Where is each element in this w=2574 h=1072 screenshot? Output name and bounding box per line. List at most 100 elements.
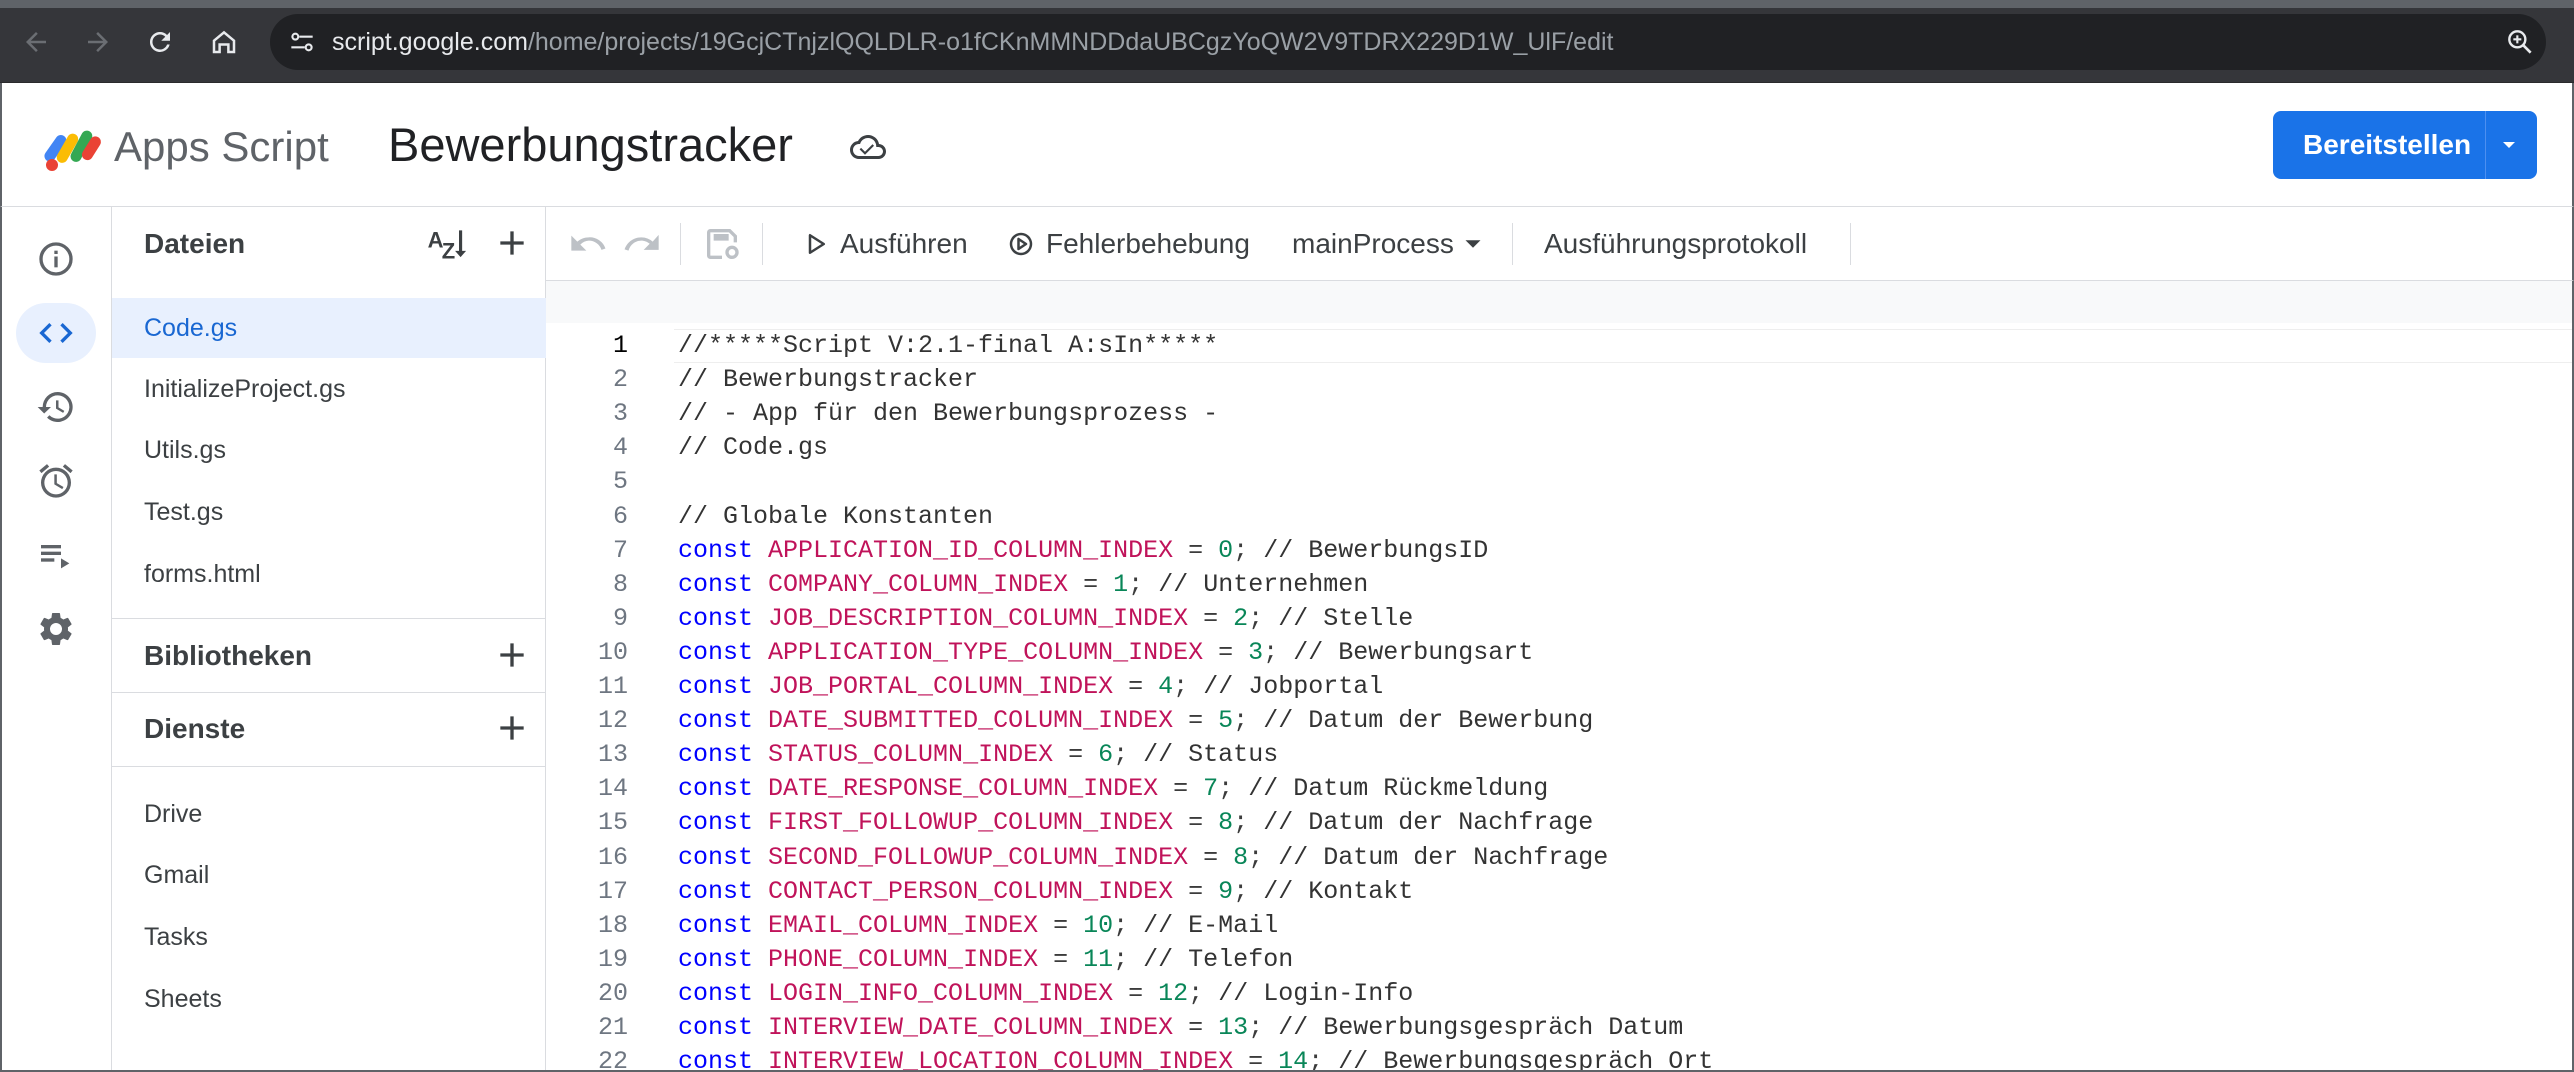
deploy-label: Bereitstellen	[2303, 129, 2472, 160]
code-keyword: const	[678, 876, 754, 906]
code-line[interactable]: 5	[546, 465, 2572, 499]
add-service-icon[interactable]	[492, 708, 532, 748]
service-item-tasks[interactable]: Tasks	[112, 907, 546, 967]
add-library-icon[interactable]	[492, 635, 532, 675]
run-button[interactable]: Ausführen	[800, 221, 968, 267]
code-comment: // Datum Rückmeldung	[1248, 774, 1549, 804]
deploy-button[interactable]: Bereitstellen	[2273, 111, 2537, 179]
code-line[interactable]: 9 const JOB_DESCRIPTION_COLUMN_INDEX = 2;…	[546, 602, 2572, 636]
code-identifier: LOGIN_INFO_COLUMN_INDEX	[768, 978, 1114, 1008]
function-select[interactable]: mainProcess	[1292, 221, 1488, 267]
code-terminator: ;	[1113, 944, 1129, 974]
line-source: const APPLICATION_ID_COLUMN_INDEX = 0; /…	[678, 534, 1488, 568]
code-terminator: ;	[1233, 808, 1249, 838]
sort-az-icon[interactable]: A Z	[426, 223, 470, 263]
divider	[112, 766, 546, 767]
reload-button[interactable]	[138, 20, 182, 64]
code-editor[interactable]: 1 //*****Script V:2.1-final A:sIn***** 2 //…	[546, 281, 2574, 1072]
address-bar[interactable]: script.google.com/home/projects/19GcjCTn…	[270, 14, 2546, 70]
undo-icon[interactable]	[568, 224, 608, 264]
code-terminator: ;	[1233, 706, 1249, 736]
service-item-drive[interactable]: Drive	[112, 784, 546, 844]
line-number: 12	[597, 706, 628, 736]
service-item-gmail[interactable]: Gmail	[112, 845, 546, 905]
line-number: 17	[597, 876, 628, 906]
code-line[interactable]: 17 const CONTACT_PERSON_COLUMN_INDEX = 9;…	[546, 875, 2572, 909]
line-source: const DATE_RESPONSE_COLUMN_INDEX = 7; //…	[678, 772, 1548, 806]
file-item-test-gs[interactable]: Test.gs	[112, 482, 546, 542]
code-line[interactable]: 15 const FIRST_FOLLOWUP_COLUMN_INDEX = 8;…	[546, 806, 2572, 840]
nav-history[interactable]	[16, 377, 96, 437]
chevron-down-icon[interactable]	[2495, 133, 2523, 157]
svg-text:Z: Z	[442, 239, 455, 263]
code-comment: // E-Mail	[1143, 910, 1279, 940]
line-source: const CONTACT_PERSON_COLUMN_INDEX = 9; /…	[678, 875, 1413, 909]
site-settings-icon[interactable]	[286, 26, 318, 58]
add-file-icon[interactable]	[492, 223, 532, 263]
execution-log-button[interactable]: Ausführungsprotokoll	[1544, 221, 1807, 267]
code-line[interactable]: 3 // - App für den Bewerbungsprozess -	[546, 397, 2572, 431]
apps-script-logo[interactable]	[38, 117, 104, 175]
code-comment: // Bewerbungstracker	[678, 365, 979, 395]
line-source: const PHONE_COLUMN_INDEX = 11; // Telefo…	[678, 943, 1293, 977]
code-line[interactable]: 13 const STATUS_COLUMN_INDEX = 6; // Stat…	[546, 738, 2572, 772]
code-line[interactable]: 16 const SECOND_FOLLOWUP_COLUMN_INDEX = 8…	[546, 841, 2572, 875]
file-item-initializeproject-gs[interactable]: InitializeProject.gs	[112, 359, 546, 419]
code-terminator: ;	[1248, 842, 1264, 872]
code-number: 9	[1218, 876, 1234, 906]
code-number: 5	[1218, 706, 1234, 736]
service-item-sheets[interactable]: Sheets	[112, 969, 546, 1029]
code-line[interactable]: 21 const INTERVIEW_DATE_COLUMN_INDEX = 13…	[546, 1011, 2572, 1045]
nav-executions[interactable]	[16, 525, 96, 585]
forward-button[interactable]	[76, 20, 120, 64]
code-terminator: ;	[1173, 672, 1189, 701]
save-icon[interactable]	[702, 224, 742, 264]
line-number: 15	[597, 808, 628, 838]
code-line[interactable]: 18 const EMAIL_COLUMN_INDEX = 10; // E-Ma…	[546, 909, 2572, 943]
libraries-section-header: Bibliotheken	[112, 619, 546, 693]
window-frame	[0, 0, 2574, 8]
nav-overview[interactable]	[16, 229, 96, 289]
arrow-right-icon	[88, 32, 108, 52]
project-title[interactable]: Bewerbungstracker	[388, 117, 793, 173]
redo-icon[interactable]	[622, 224, 662, 264]
code-terminator: ;	[1218, 774, 1234, 804]
code-comment: // Bewerbungsgespräch Datum	[1278, 1013, 1684, 1042]
line-number: 16	[597, 842, 628, 872]
code-operator: =	[1188, 876, 1204, 906]
code-line[interactable]: 20 const LOGIN_INFO_COLUMN_INDEX = 12; //…	[546, 977, 2572, 1011]
code-line[interactable]: 14 const DATE_RESPONSE_COLUMN_INDEX = 7; …	[546, 772, 2572, 806]
line-source: const COMPANY_COLUMN_INDEX = 1; // Unter…	[678, 568, 1368, 602]
code-line[interactable]: 22 const INTERVIEW_LOCATION_COLUMN_INDEX …	[546, 1045, 2572, 1072]
code-line[interactable]: 7 const APPLICATION_ID_COLUMN_INDEX = 0; …	[546, 534, 2572, 568]
code-line[interactable]: 11 const JOB_PORTAL_COLUMN_INDEX = 4; // …	[546, 670, 2572, 704]
code-line[interactable]: 6 // Globale Konstanten	[546, 500, 2572, 534]
code-keyword: const	[678, 1047, 754, 1072]
code-comment: // - App für den Bewerbungsprozess -	[678, 399, 1219, 429]
code-line[interactable]: 1 //*****Script V:2.1-final A:sIn*****	[546, 329, 2572, 363]
debug-button[interactable]: Fehlerbehebung	[1006, 221, 1250, 267]
nav-editor[interactable]	[16, 303, 96, 363]
code-line[interactable]: 12 const DATE_SUBMITTED_COLUMN_INDEX = 5;…	[546, 704, 2572, 738]
line-source: const EMAIL_COLUMN_INDEX = 10; // E-Mail	[678, 909, 1278, 943]
toolbar-divider	[680, 223, 681, 265]
nav-settings[interactable]	[16, 599, 96, 659]
file-item-code-gs[interactable]: Code.gs	[112, 298, 546, 358]
back-button[interactable]	[14, 20, 58, 64]
file-item-utils-gs[interactable]: Utils.gs	[112, 420, 546, 480]
product-name[interactable]: Apps Script	[114, 121, 329, 173]
files-section-header: Dateien A Z	[112, 207, 546, 281]
nav-triggers[interactable]	[16, 451, 96, 511]
zoom-icon[interactable]	[2504, 26, 2536, 58]
code-number: 10	[1083, 910, 1114, 940]
file-item-forms-html[interactable]: forms.html	[112, 544, 546, 604]
home-button[interactable]	[202, 20, 246, 64]
code-line[interactable]: 19 const PHONE_COLUMN_INDEX = 11; // Tele…	[546, 943, 2572, 977]
code-line[interactable]: 2 // Bewerbungstracker	[546, 363, 2572, 397]
code-line[interactable]: 4 // Code.gs	[546, 431, 2572, 465]
code-line[interactable]: 10 const APPLICATION_TYPE_COLUMN_INDEX = …	[546, 636, 2572, 670]
toolbar-divider	[1850, 223, 1851, 265]
code-keyword: const	[678, 603, 754, 633]
code-line[interactable]: 8 const COMPANY_COLUMN_INDEX = 1; // Unte…	[546, 568, 2572, 602]
code-comment: // Datum der Bewerbung	[1263, 706, 1594, 736]
